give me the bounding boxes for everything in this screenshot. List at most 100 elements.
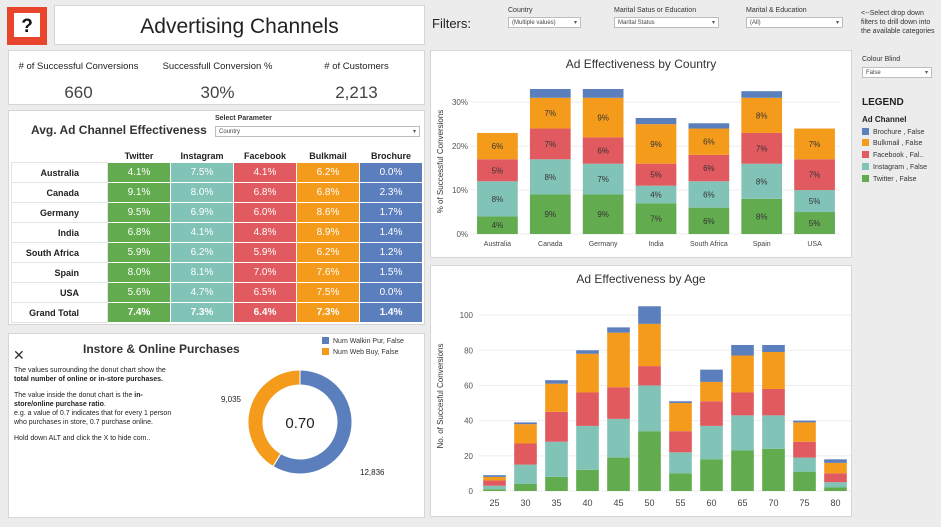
legend-item-web[interactable]: Num Web Buy, False <box>322 348 399 356</box>
bar-segment-instagram[interactable] <box>607 418 630 458</box>
heatmap-cell[interactable]: 1.5% <box>359 262 423 283</box>
heatmap-cell[interactable]: 7.0% <box>233 262 297 283</box>
heatmap-cell[interactable]: 1.4% <box>359 222 423 243</box>
bar-segment-bulkmail[interactable] <box>762 352 785 389</box>
heatmap-cell[interactable]: 8.1% <box>170 262 234 283</box>
heatmap-cell[interactable]: 1.7% <box>359 202 423 223</box>
bar-segment-instagram[interactable] <box>700 425 723 460</box>
bar-segment-twitter[interactable] <box>669 473 692 491</box>
bar-segment-facebook[interactable] <box>824 473 847 483</box>
heatmap-cell[interactable]: 4.1% <box>233 162 297 183</box>
bar-segment-instagram[interactable] <box>483 485 506 490</box>
bar-segment-instagram[interactable] <box>793 457 816 472</box>
bar-segment-bulkmail[interactable] <box>483 476 506 481</box>
bar-segment-bulkmail[interactable] <box>514 424 537 444</box>
bar-segment-facebook[interactable] <box>700 401 723 426</box>
legend-item-brochure[interactable]: Brochure , False <box>862 128 924 137</box>
heatmap-cell[interactable]: 7.5% <box>170 162 234 183</box>
bar-segment-twitter[interactable] <box>545 476 568 491</box>
bar-segment-bulkmail[interactable] <box>607 332 630 388</box>
legend-item-bulkmail[interactable]: Bulkmail , False <box>862 139 922 148</box>
heatmap-cell[interactable]: 6.4% <box>233 302 297 323</box>
heatmap-cell[interactable]: 0.0% <box>359 162 423 183</box>
bar-segment-bulkmail[interactable] <box>669 403 692 432</box>
bar-segment-twitter[interactable] <box>638 431 661 491</box>
heatmap-cell[interactable]: 6.2% <box>296 162 360 183</box>
bar-segment-brochure[interactable] <box>582 89 624 98</box>
bar-segment-instagram[interactable] <box>824 482 847 488</box>
heatmap-cell[interactable]: 8.0% <box>170 182 234 203</box>
heatmap-cell[interactable]: 7.5% <box>296 282 360 303</box>
bar-segment-brochure[interactable] <box>545 380 568 384</box>
heatmap-cell[interactable]: 5.9% <box>107 242 171 263</box>
bar-segment-facebook[interactable] <box>638 366 661 386</box>
bar-segment-brochure[interactable] <box>635 118 677 125</box>
bar-segment-brochure[interactable] <box>700 369 723 382</box>
bar-segment-instagram[interactable] <box>545 441 568 477</box>
heatmap-cell[interactable]: 9.5% <box>107 202 171 223</box>
heatmap-cell[interactable]: 0.0% <box>359 282 423 303</box>
bar-segment-bulkmail[interactable] <box>731 355 754 393</box>
bar-segment-facebook[interactable] <box>514 443 537 465</box>
heatmap-cell[interactable]: 4.1% <box>107 162 171 183</box>
bar-segment-brochure[interactable] <box>669 401 692 404</box>
bar-segment-facebook[interactable] <box>669 431 692 453</box>
bar-segment-instagram[interactable] <box>669 452 692 474</box>
bar-segment-brochure[interactable] <box>607 327 630 333</box>
heatmap-cell[interactable]: 7.3% <box>170 302 234 323</box>
bar-segment-bulkmail[interactable] <box>793 422 816 442</box>
bar-segment-bulkmail[interactable] <box>638 323 661 367</box>
bar-segment-instagram[interactable] <box>731 415 754 451</box>
heatmap-cell[interactable]: 4.8% <box>233 222 297 243</box>
bar-segment-instagram[interactable] <box>762 415 785 449</box>
bar-segment-facebook[interactable] <box>731 392 754 416</box>
bar-segment-bulkmail[interactable] <box>824 462 847 474</box>
heatmap-cell[interactable]: 5.9% <box>233 242 297 263</box>
bar-segment-twitter[interactable] <box>607 457 630 491</box>
bar-segment-brochure[interactable] <box>762 344 785 353</box>
bar-segment-twitter[interactable] <box>483 489 506 491</box>
legend-item-instagram[interactable]: Instagram , False <box>862 163 927 172</box>
heatmap-cell[interactable]: 7.4% <box>107 302 171 323</box>
bar-segment-facebook[interactable] <box>762 388 785 416</box>
filter-marital-and-edu-dropdown[interactable]: (All) ▾ <box>746 17 843 28</box>
heatmap-cell[interactable]: 1.4% <box>359 302 423 323</box>
bar-segment-twitter[interactable] <box>700 459 723 491</box>
bar-segment-brochure[interactable] <box>638 306 661 324</box>
heatmap-cell[interactable]: 8.6% <box>296 202 360 223</box>
bar-segment-bulkmail[interactable] <box>576 353 599 393</box>
bar-segment-instagram[interactable] <box>576 425 599 470</box>
heatmap-cell[interactable]: 6.5% <box>233 282 297 303</box>
bar-segment-brochure[interactable] <box>824 459 847 463</box>
bar-segment-facebook[interactable] <box>545 411 568 442</box>
heatmap-cell[interactable]: 4.7% <box>170 282 234 303</box>
bar-segment-bulkmail[interactable] <box>700 381 723 402</box>
heatmap-cell[interactable]: 5.6% <box>107 282 171 303</box>
heatmap-cell[interactable]: 8.0% <box>107 262 171 283</box>
legend-item-twitter[interactable]: Twitter , False <box>862 175 917 184</box>
close-icon[interactable]: ✕ <box>13 347 25 364</box>
bar-segment-brochure[interactable] <box>688 123 730 129</box>
bar-segment-twitter[interactable] <box>576 469 599 491</box>
heatmap-cell[interactable]: 6.8% <box>107 222 171 243</box>
bar-segment-brochure[interactable] <box>741 91 783 98</box>
heatmap-cell[interactable]: 6.2% <box>296 242 360 263</box>
heatmap-cell[interactable]: 6.2% <box>170 242 234 263</box>
heatmap-cell[interactable]: 6.8% <box>233 182 297 203</box>
bar-segment-bulkmail[interactable] <box>545 383 568 412</box>
heatmap-cell[interactable]: 4.1% <box>170 222 234 243</box>
bar-segment-brochure[interactable] <box>514 422 537 425</box>
heatmap-cell[interactable]: 7.6% <box>296 262 360 283</box>
heatmap-cell[interactable]: 9.1% <box>107 182 171 203</box>
bar-segment-twitter[interactable] <box>731 450 754 491</box>
filter-country-dropdown[interactable]: (Multiple values) ▾ <box>508 17 581 28</box>
select-parameter-dropdown[interactable]: Country ▾ <box>215 126 420 137</box>
bar-segment-twitter[interactable] <box>762 448 785 491</box>
bar-segment-brochure[interactable] <box>731 344 754 356</box>
filter-marital-edu-dropdown[interactable]: Marital Status ▾ <box>614 17 719 28</box>
bar-segment-brochure[interactable] <box>793 420 816 423</box>
bar-segment-instagram[interactable] <box>638 385 661 432</box>
bar-segment-twitter[interactable] <box>514 483 537 491</box>
bar-segment-brochure[interactable] <box>529 89 571 98</box>
bar-segment-twitter[interactable] <box>824 487 847 491</box>
